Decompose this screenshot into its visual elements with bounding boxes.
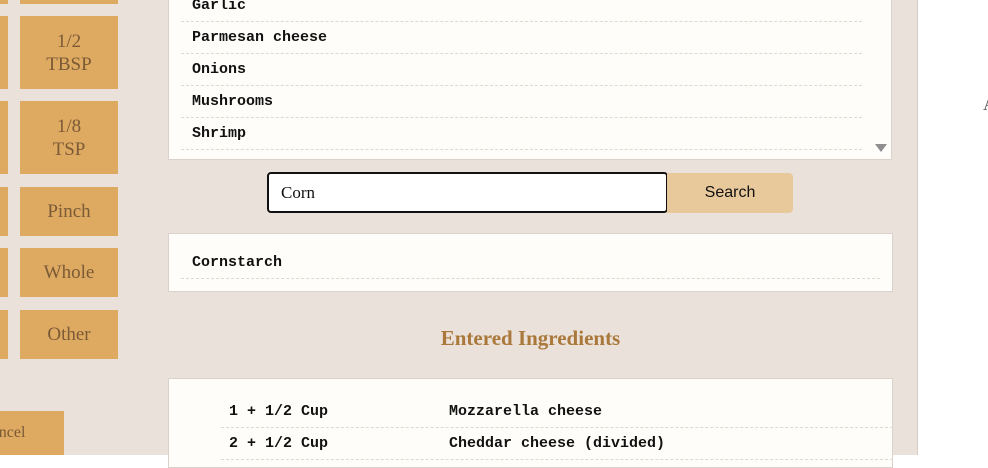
list-item[interactable]: Parmesan cheese (181, 22, 862, 54)
entered-row[interactable]: 2 + 1/2 Cup Cheddar cheese (divided) (221, 428, 893, 460)
unit-button-whole[interactable]: Whole (20, 248, 118, 297)
unit-button-other[interactable]: Other (20, 310, 118, 359)
entered-ingredients-title: Entered Ingredients (440, 326, 621, 350)
unit-button-pinch[interactable]: Pinch (20, 187, 118, 236)
entered-qty: 2 + 1/2 Cup (229, 435, 329, 452)
panel-divider (917, 0, 918, 455)
search-input[interactable] (267, 172, 668, 213)
list-item[interactable]: Garlic (181, 0, 862, 22)
unit-button[interactable] (20, 0, 118, 4)
ingredient-list[interactable]: Garlic Parmesan cheese Onions Mushrooms … (168, 0, 892, 160)
unit-button-eighth-tsp[interactable]: 1/8 TSP (20, 101, 118, 174)
scroll-down-arrow-icon[interactable] (875, 144, 887, 152)
unit-strip[interactable] (0, 187, 8, 236)
entered-name: Mozzarella cheese (449, 403, 603, 420)
search-results: Cornstarch (168, 233, 893, 292)
edge-text: A (983, 94, 988, 115)
list-item[interactable]: Shrimp (181, 118, 862, 150)
entered-name: Cheddar cheese (divided) (449, 435, 666, 452)
unit-button-half-tbsp[interactable]: 1/2 TBSP (20, 16, 118, 89)
list-item[interactable]: Mushrooms (181, 86, 862, 118)
unit-strip[interactable] (0, 0, 8, 4)
entered-qty: 1 + 1/2 Cup (229, 403, 329, 420)
result-item[interactable]: Cornstarch (181, 246, 880, 279)
search-button[interactable]: Search (667, 173, 793, 213)
unit-strip[interactable] (0, 248, 8, 297)
unit-strip[interactable] (0, 16, 8, 89)
entered-row[interactable]: 1 + 1/2 Cup Mozzarella cheese (221, 396, 893, 428)
unit-strip[interactable] (0, 101, 8, 174)
cancel-button[interactable]: Cancel (0, 411, 64, 455)
list-item[interactable]: Onions (181, 54, 862, 86)
cancel-label: Cancel (0, 424, 26, 441)
search-button-label: Search (704, 184, 756, 201)
unit-strip[interactable] (0, 310, 8, 359)
